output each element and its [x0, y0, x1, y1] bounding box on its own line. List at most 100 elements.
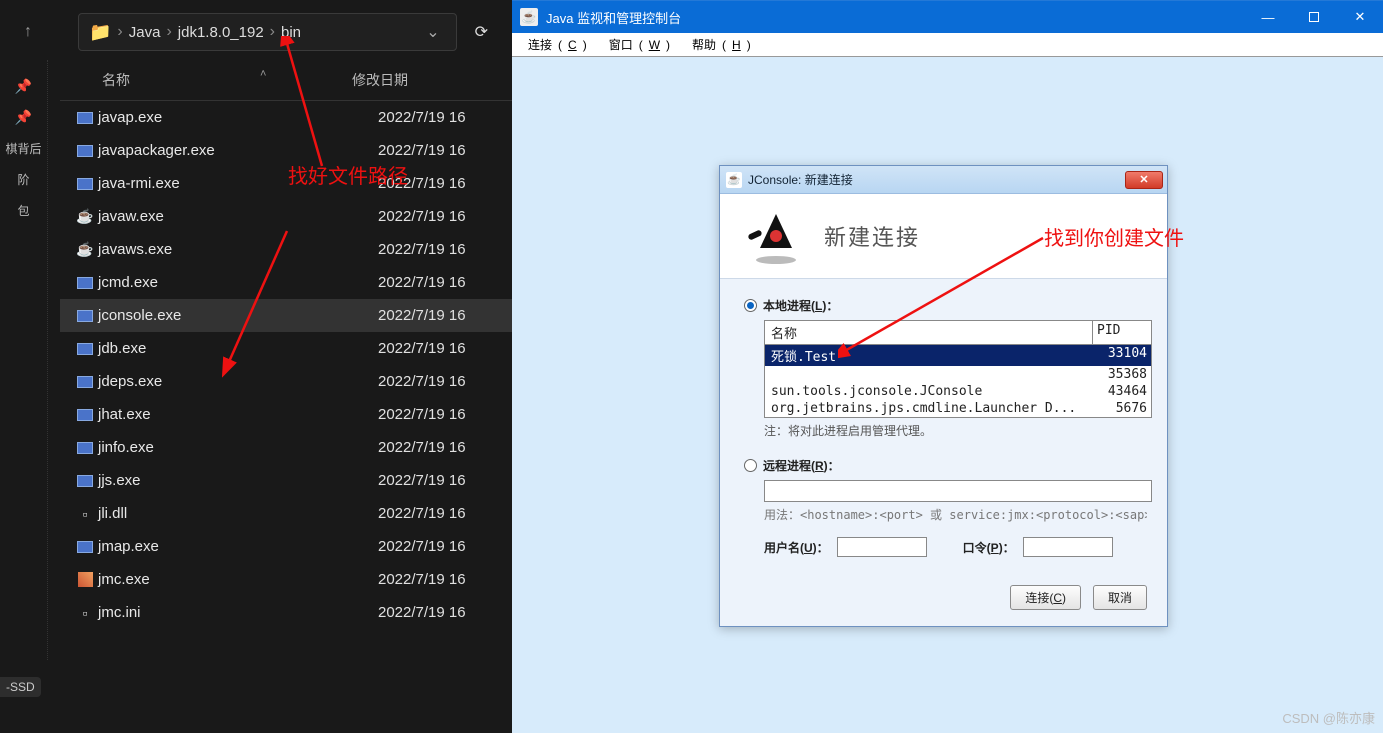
file-name: jmc.exe — [98, 571, 378, 588]
cancel-button[interactable]: 取消 — [1093, 585, 1147, 610]
file-name: jdb.exe — [98, 340, 378, 357]
process-col-pid[interactable]: PID — [1093, 321, 1151, 344]
connect-button[interactable]: 连接(C) — [1010, 585, 1081, 610]
column-headers[interactable]: ˄ 名称 修改日期 — [60, 60, 512, 101]
menu-help[interactable]: 帮助(H) — [680, 34, 757, 55]
local-process-radio[interactable] — [744, 299, 757, 312]
process-name: 死锁.Test — [765, 345, 1093, 366]
exe-icon — [77, 475, 93, 487]
file-row[interactable]: jhat.exe2022/7/19 16 — [60, 398, 512, 431]
dialog-close-button[interactable]: ✕ — [1125, 171, 1163, 189]
file-row[interactable]: jjs.exe2022/7/19 16 — [60, 464, 512, 497]
file-date: 2022/7/19 16 — [378, 604, 500, 621]
file-date: 2022/7/19 16 — [378, 175, 500, 192]
file-icon: ▫ — [83, 605, 88, 621]
menu-connect[interactable]: 连接(C) — [516, 34, 593, 55]
column-date[interactable]: 修改日期 — [352, 70, 500, 90]
rail-label[interactable]: 阶 — [17, 171, 29, 188]
file-date: 2022/7/19 16 — [378, 406, 500, 423]
process-table[interactable]: 名称 PID 死锁.Test3310435368sun.tools.jconso… — [764, 320, 1152, 418]
file-list: javap.exe2022/7/19 16javapackager.exe202… — [60, 101, 512, 629]
file-row[interactable]: jcmd.exe2022/7/19 16 — [60, 266, 512, 299]
file-name: jmc.ini — [98, 604, 378, 621]
pin-icon[interactable]: 📌 — [15, 78, 32, 95]
process-row[interactable]: sun.tools.jconsole.JConsole43464 — [765, 383, 1151, 400]
rail-label[interactable]: 包 — [17, 202, 29, 219]
process-name: org.jetbrains.jps.cmdline.Launcher D... — [765, 400, 1093, 417]
remote-address-input[interactable] — [764, 480, 1152, 502]
file-date: 2022/7/19 16 — [378, 505, 500, 522]
file-date: 2022/7/19 16 — [378, 538, 500, 555]
file-name: jconsole.exe — [98, 307, 378, 324]
process-row[interactable]: 35368 — [765, 366, 1151, 383]
dialog-title: JConsole: 新建连接 — [748, 171, 1125, 188]
window-title: Java 监视和管理控制台 — [546, 8, 1245, 27]
dialog-title-bar[interactable]: ☕ JConsole: 新建连接 ✕ — [720, 166, 1167, 194]
new-connection-dialog: ☕ JConsole: 新建连接 ✕ 新建连接 本地进程(L)： 名称 — [719, 165, 1168, 627]
nav-up-icon[interactable]: ↑ — [14, 15, 42, 49]
file-icon: ▫ — [83, 506, 88, 522]
file-name: jli.dll — [98, 505, 378, 522]
folder-icon: 📁 — [89, 22, 111, 43]
file-date: 2022/7/19 16 — [378, 571, 500, 588]
file-row[interactable]: javapackager.exe2022/7/19 16 — [60, 134, 512, 167]
pin-icon[interactable]: 📌 — [15, 109, 32, 126]
breadcrumb[interactable]: 📁 › Java › jdk1.8.0_192 › bin ⌄ — [78, 13, 457, 51]
file-row[interactable]: jdeps.exe2022/7/19 16 — [60, 365, 512, 398]
exe-icon — [77, 112, 93, 124]
file-date: 2022/7/19 16 — [378, 472, 500, 489]
process-row[interactable]: 死锁.Test33104 — [765, 345, 1151, 366]
password-input[interactable] — [1023, 537, 1113, 557]
file-row[interactable]: ▫ jli.dll2022/7/19 16 — [60, 497, 512, 530]
process-pid: 35368 — [1093, 366, 1151, 383]
exe-icon — [77, 376, 93, 388]
file-row[interactable]: ▫ jmc.ini2022/7/19 16 — [60, 596, 512, 629]
rail-label[interactable]: 棋背后 — [5, 140, 41, 157]
file-row[interactable]: jmap.exe2022/7/19 16 — [60, 530, 512, 563]
file-row[interactable]: javap.exe2022/7/19 16 — [60, 101, 512, 134]
file-date: 2022/7/19 16 — [378, 241, 500, 258]
agent-note: 注：将对此进程启用管理代理。 — [764, 422, 1147, 439]
file-row[interactable]: ☕javaw.exe2022/7/19 16 — [60, 200, 512, 233]
column-name[interactable]: 名称 — [72, 70, 352, 90]
file-row[interactable]: jconsole.exe2022/7/19 16 — [60, 299, 512, 332]
process-col-name[interactable]: 名称 — [765, 321, 1093, 344]
file-date: 2022/7/19 16 — [378, 439, 500, 456]
minimize-button[interactable]: — — [1245, 1, 1291, 33]
file-name: jhat.exe — [98, 406, 378, 423]
file-explorer: ↑ 📁 › Java › jdk1.8.0_192 › bin ⌄ ⟳ 📌 📌 … — [0, 0, 512, 733]
breadcrumb-part[interactable]: jdk1.8.0_192 — [178, 24, 264, 41]
file-row[interactable]: java-rmi.exe2022/7/19 16 — [60, 167, 512, 200]
remote-process-radio[interactable] — [744, 459, 757, 472]
process-pid: 43464 — [1093, 383, 1151, 400]
title-bar[interactable]: ☕ Java 监视和管理控制台 — ✕ — [512, 1, 1383, 33]
exe-icon — [77, 178, 93, 190]
close-button[interactable]: ✕ — [1337, 1, 1383, 33]
file-name: jdeps.exe — [98, 373, 378, 390]
refresh-button[interactable]: ⟳ — [465, 14, 498, 50]
username-input[interactable] — [837, 537, 927, 557]
menu-bar[interactable]: 连接(C) 窗口(W) 帮助(H) — [512, 33, 1383, 57]
java-icon: ☕ — [520, 8, 538, 26]
process-pid: 5676 — [1093, 400, 1151, 417]
breadcrumb-part[interactable]: bin — [281, 24, 301, 41]
file-row[interactable]: jdb.exe2022/7/19 16 — [60, 332, 512, 365]
java-icon: ☕ — [726, 172, 742, 188]
username-label: 用户名(U)： — [764, 539, 829, 556]
process-row[interactable]: org.jetbrains.jps.cmdline.Launcher D...5… — [765, 400, 1151, 417]
jmc-icon — [78, 572, 93, 587]
file-row[interactable]: jmc.exe2022/7/19 16 — [60, 563, 512, 596]
breadcrumb-part[interactable]: Java — [129, 24, 161, 41]
maximize-button[interactable] — [1291, 1, 1337, 33]
file-name: javaws.exe — [98, 241, 378, 258]
file-name: jinfo.exe — [98, 439, 378, 456]
java-icon: ☕ — [76, 208, 93, 225]
chevron-down-icon[interactable]: ⌄ — [420, 22, 445, 42]
file-date: 2022/7/19 16 — [378, 307, 500, 324]
file-row[interactable]: ☕javaws.exe2022/7/19 16 — [60, 233, 512, 266]
file-name: jcmd.exe — [98, 274, 378, 291]
drive-label[interactable]: -SSD — [0, 677, 41, 697]
menu-window[interactable]: 窗口(W) — [597, 34, 676, 55]
file-row[interactable]: jinfo.exe2022/7/19 16 — [60, 431, 512, 464]
file-date: 2022/7/19 16 — [378, 373, 500, 390]
